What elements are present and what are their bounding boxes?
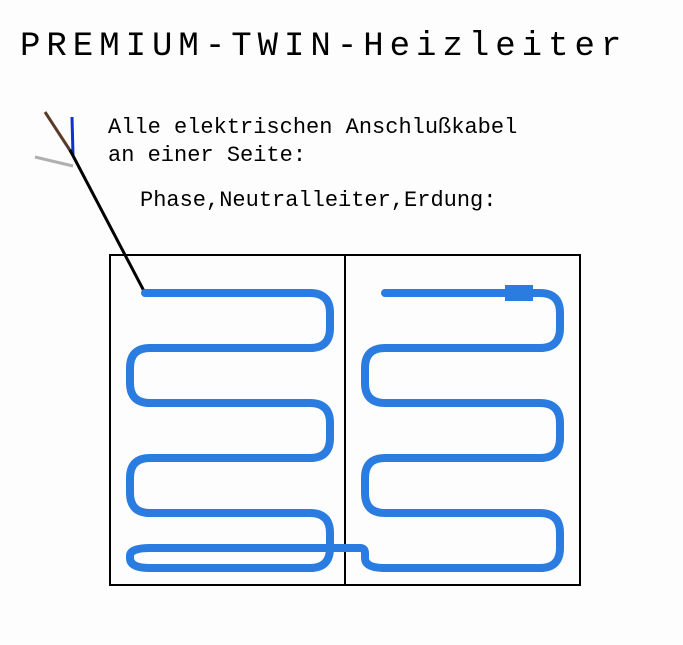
lead-wire-brown [45,112,73,155]
cold-lead-black [70,150,145,293]
heating-mat-diagram [0,0,683,645]
lead-wire-grey [35,157,73,166]
lead-wire-blue [72,117,73,155]
heating-cable-end-cap [505,285,533,301]
